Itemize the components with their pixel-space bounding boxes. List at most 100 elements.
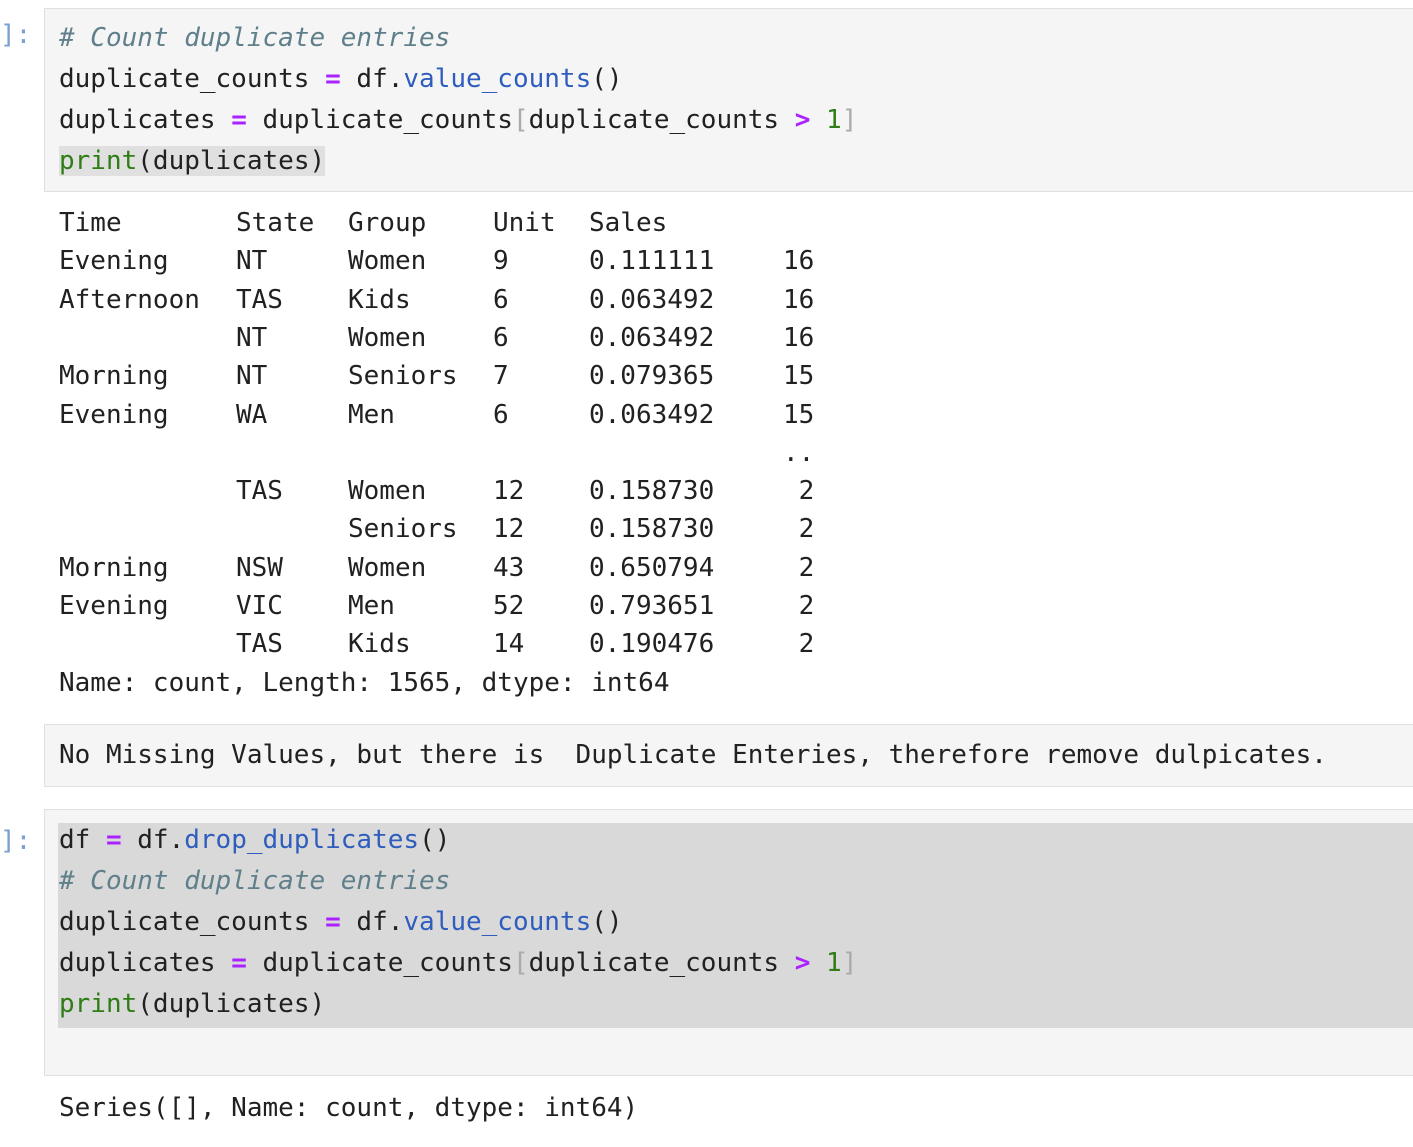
output-cell: 16 <box>783 285 815 315</box>
output-cell: Group <box>348 208 427 238</box>
code-token: duplicate_counts <box>59 907 326 937</box>
code-token: duplicate_counts <box>528 105 795 135</box>
output-cell: 2 <box>783 476 815 506</box>
output-cell: Afternoon <box>59 285 200 315</box>
code-token: # Count duplicate entries <box>59 23 451 53</box>
output-cell: NT <box>236 246 268 276</box>
output-row: NT Women 6 0.063492 16 <box>0 319 1000 357</box>
code-token: duplicate_counts <box>59 64 326 94</box>
output-cell: 14 <box>493 629 525 659</box>
output-cell: 43 <box>493 553 525 583</box>
output-cell: Kids <box>348 629 411 659</box>
code-token: () <box>419 825 451 855</box>
output-cell: 6 <box>493 400 509 430</box>
output-cell: Women <box>348 323 427 353</box>
cell-2-prompt: ]: <box>0 826 32 856</box>
output-row: Morning NT Seniors 7 0.079365 15 <box>0 357 1000 395</box>
code-line[interactable]: # Count duplicate entries <box>59 861 450 902</box>
code-token: df <box>59 825 106 855</box>
code-line[interactable]: duplicate_counts = df.value_counts() <box>59 59 623 100</box>
output-cell: 2 <box>783 591 815 621</box>
output-cell: 2 <box>783 514 815 544</box>
output-row: TAS Women 12 0.158730 2 <box>0 472 1000 510</box>
code-token: ] <box>841 105 858 135</box>
output-cell: TAS <box>236 629 283 659</box>
code-token: = <box>231 105 247 135</box>
output-cell: 0.190476 <box>589 629 715 659</box>
cell-1-prompt: ]: <box>0 20 32 50</box>
code-token: duplicate_counts <box>246 105 513 135</box>
output-cell: 0.111111 <box>589 246 715 276</box>
output-cell: 2 <box>783 553 815 583</box>
output-cell: Morning <box>59 553 169 583</box>
code-token: = <box>325 64 341 94</box>
code-token: drop_duplicates <box>184 825 420 855</box>
output-cell: Evening <box>59 400 169 430</box>
output-cell: Evening <box>59 591 169 621</box>
output-row: TAS Kids 14 0.190476 2 <box>0 625 1000 663</box>
code-token: duplicates <box>59 105 232 135</box>
output-cell: VIC <box>236 591 283 621</box>
output-row: Morning NSW Women 43 0.650794 2 <box>0 549 1000 587</box>
code-token: value_counts <box>403 907 592 937</box>
code-line[interactable]: df = df.drop_duplicates() <box>59 820 450 861</box>
code-line[interactable]: # Count duplicate entries <box>59 18 450 59</box>
output-cell: WA <box>236 400 268 430</box>
output-row: Evening VIC Men 52 0.793651 2 <box>0 587 1000 625</box>
output-cell: NSW <box>236 553 283 583</box>
code-line[interactable]: duplicates = duplicate_counts[duplicate_… <box>59 943 857 984</box>
code-token: [ <box>512 105 529 135</box>
output-row: .. <box>0 434 1000 472</box>
code-token: value_counts <box>403 64 592 94</box>
output-cell: Women <box>348 246 427 276</box>
output-cell: Seniors <box>348 514 458 544</box>
code-token: [ <box>512 948 529 978</box>
output-footer: Name: count, Length: 1565, dtype: int64 <box>59 668 670 698</box>
code-line[interactable]: print(duplicates) <box>59 141 326 182</box>
output-cell: 52 <box>493 591 525 621</box>
output-cell: Seniors <box>348 361 458 391</box>
code-token: print <box>59 146 138 176</box>
output-cell: Kids <box>348 285 411 315</box>
output-row: Evening NT Women 9 0.111111 16 <box>0 242 1000 280</box>
code-line[interactable]: duplicate_counts = df.value_counts() <box>59 902 623 943</box>
output-cell: Men <box>348 591 395 621</box>
output-cell: NT <box>236 361 268 391</box>
output-header-row: Time State Group Unit Sales <box>0 204 1000 242</box>
code-token: duplicate_counts <box>528 948 795 978</box>
output-cell: 0.079365 <box>589 361 715 391</box>
output-cell: .. <box>783 438 815 468</box>
code-token: = <box>105 825 122 855</box>
output-cell: NT <box>236 323 268 353</box>
output-cell: 12 <box>493 476 525 506</box>
code-token: > <box>794 105 811 135</box>
output-cell: TAS <box>236 476 283 506</box>
output-row: Afternoon TAS Kids 6 0.063492 16 <box>0 281 1000 319</box>
output-cell: TAS <box>236 285 283 315</box>
output-row: Seniors 12 0.158730 2 <box>0 510 1000 548</box>
output-cell: 12 <box>493 514 525 544</box>
output-cell: Women <box>348 553 427 583</box>
output-cell: Men <box>348 400 395 430</box>
code-token: 1 <box>826 105 842 135</box>
output-cell: 0.650794 <box>589 553 715 583</box>
output-cell: 6 <box>493 285 509 315</box>
output-cell: Morning <box>59 361 169 391</box>
output-cell: 0.793651 <box>589 591 715 621</box>
output-cell: Unit <box>493 208 556 238</box>
output-cell: 15 <box>783 400 815 430</box>
output-cell: 16 <box>783 323 815 353</box>
output-cell: 6 <box>493 323 509 353</box>
code-line[interactable]: duplicates = duplicate_counts[duplicate_… <box>59 100 857 141</box>
output-cell: 0.063492 <box>589 400 715 430</box>
output-cell: 0.158730 <box>589 476 715 506</box>
markdown-text: No Missing Values, but there is Duplicat… <box>59 740 1327 770</box>
output-cell: 0.158730 <box>589 514 715 544</box>
code-token: df. <box>340 64 404 94</box>
code-token: ] <box>841 948 858 978</box>
code-line[interactable]: print(duplicates) <box>59 984 325 1025</box>
code-token: = <box>231 948 247 978</box>
code-token: duplicates <box>59 948 232 978</box>
